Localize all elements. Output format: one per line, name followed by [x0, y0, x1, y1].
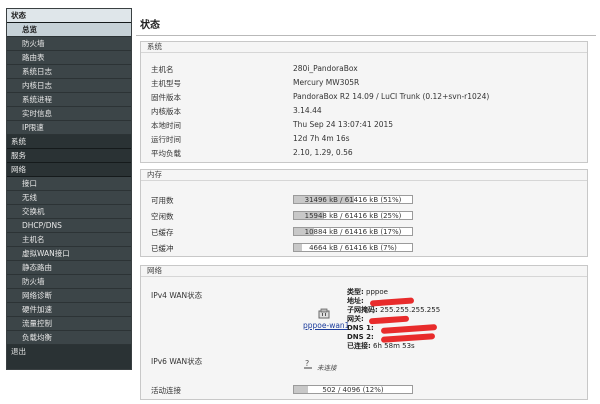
- mem-buffered-text: 4664 kB / 61416 kB (7%): [309, 244, 397, 252]
- section-divider: [141, 52, 587, 53]
- active-connections-label: 活动连接: [151, 386, 181, 395]
- wan-connected-label: 已连接:: [347, 342, 371, 350]
- sidebar-item-routes[interactable]: 路由表: [7, 51, 131, 65]
- page-title: 状态: [140, 20, 160, 31]
- question-device-icon: ?: [304, 359, 312, 369]
- sidebar-item-hostnames[interactable]: 主机名: [7, 233, 131, 247]
- wan-mask-value: 255.255.255.255: [380, 306, 441, 314]
- mem-free-bar: 15948 kB / 61416 kB (25%): [293, 211, 413, 220]
- mem-buffered-bar: 4664 kB / 61416 kB (7%): [293, 243, 413, 252]
- active-connections-text: 502 / 4096 (12%): [322, 386, 384, 394]
- wan-dns2-row: DNS 2:: [347, 333, 374, 342]
- sidebar-item-network[interactable]: 网络: [7, 163, 131, 177]
- system-section: 系统 主机名 280i_PandoraBox 主机型号 Mercury MW30…: [140, 41, 588, 163]
- wan-type-value: pppoe: [366, 288, 388, 296]
- system-legend: 系统: [147, 42, 162, 51]
- localtime-label: 本地时间: [151, 121, 181, 130]
- mem-cached-label: 已缓存: [151, 228, 174, 237]
- wan-connected-row: 已连接: 6h 58m 53s: [347, 342, 415, 351]
- sidebar-item-static-routes[interactable]: 静态路由: [7, 261, 131, 275]
- wan-mask-row: 子网掩码: 255.255.255.255: [347, 306, 440, 315]
- sidebar-item-qos[interactable]: 流量控制: [7, 317, 131, 331]
- sidebar-item-kernel-log[interactable]: 内核日志: [7, 79, 131, 93]
- mem-available-bar: 31496 kB / 61416 kB (51%): [293, 195, 413, 204]
- ipv6-status: 未连接: [317, 364, 337, 372]
- model-label: 主机型号: [151, 79, 181, 88]
- sidebar-item-syslog[interactable]: 系统日志: [7, 65, 131, 79]
- section-divider: [141, 180, 587, 181]
- sidebar-item-system[interactable]: 系统: [7, 135, 131, 149]
- firmware-label: 固件版本: [151, 93, 181, 102]
- load-label: 平均负载: [151, 149, 181, 158]
- redacted-gateway: [368, 315, 410, 325]
- wan-type-label: 类型:: [347, 288, 364, 296]
- mem-free-label: 空闲数: [151, 212, 174, 221]
- hostname-label: 主机名: [151, 65, 174, 74]
- memory-legend: 内存: [147, 170, 162, 179]
- wan-address-row: 地址:: [347, 297, 364, 306]
- sidebar-item-dhcp-dns[interactable]: DHCP/DNS: [7, 219, 131, 233]
- sidebar-item-firewall[interactable]: 防火墙: [7, 275, 131, 289]
- svg-text:?: ?: [305, 359, 309, 368]
- sidebar-item-services[interactable]: 服务: [7, 149, 131, 163]
- title-divider: [136, 35, 596, 36]
- sidebar-item-realtime[interactable]: 实时信息: [7, 107, 131, 121]
- sidebar-item-hw-accel[interactable]: 硬件加速: [7, 303, 131, 317]
- sidebar-item-overview[interactable]: 总览: [7, 23, 131, 37]
- sidebar-item-firewall-status[interactable]: 防火墙: [7, 37, 131, 51]
- memory-section: 内存 可用数 31496 kB / 61416 kB (51%) 空闲数 159…: [140, 169, 588, 257]
- wan-mask-label: 子网掩码:: [347, 306, 378, 314]
- sidebar-item-processes[interactable]: 系统进程: [7, 93, 131, 107]
- sidebar-item-load-balance[interactable]: 负载均衡: [7, 331, 131, 345]
- wan-type-row: 类型: pppoe: [347, 288, 388, 297]
- wan-gateway-label: 网关:: [347, 315, 364, 323]
- mem-available-text: 31496 kB / 61416 kB (51%): [304, 196, 402, 204]
- ipv4-interface-link[interactable]: pppoe-wan1: [303, 321, 349, 330]
- kernel-label: 内核版本: [151, 107, 181, 116]
- wan-connected-value: 6h 58m 53s: [373, 342, 415, 350]
- network-port-icon: [318, 308, 330, 319]
- sidebar-item-diagnostics[interactable]: 网络诊断: [7, 289, 131, 303]
- mem-cached-text: 10884 kB / 61416 kB (17%): [304, 228, 402, 236]
- wan-address-label: 地址:: [347, 297, 364, 305]
- network-legend: 网络: [147, 266, 162, 275]
- sidebar-item-status[interactable]: 状态: [7, 9, 131, 23]
- sidebar-item-ip-limit[interactable]: IP限速: [7, 121, 131, 135]
- mem-available-label: 可用数: [151, 196, 174, 205]
- section-divider: [141, 276, 587, 277]
- wan-dns1-row: DNS 1:: [347, 324, 374, 333]
- sidebar-item-logout[interactable]: 退出: [7, 345, 131, 369]
- active-connections-bar: 502 / 4096 (12%): [293, 385, 413, 394]
- firmware-value: PandoraBox R2 14.09 / LuCI Trunk (0.12+s…: [293, 92, 490, 101]
- ipv6-wan-label: IPv6 WAN状态: [151, 357, 203, 366]
- load-value: 2.10, 1.29, 0.56: [293, 148, 353, 157]
- ipv4-wan-label: IPv4 WAN状态: [151, 291, 203, 300]
- sidebar-nav: 状态 总览 防火墙 路由表 系统日志 内核日志 系统进程 实时信息 IP限速 系…: [6, 8, 132, 370]
- network-section: 网络 IPv4 WAN状态 pppoe-wan1 类型: pppoe 地址: 子…: [140, 265, 588, 400]
- wan-gateway-row: 网关:: [347, 315, 364, 324]
- sidebar-item-switch[interactable]: 交换机: [7, 205, 131, 219]
- wan-dns1-label: DNS 1:: [347, 324, 374, 332]
- redacted-dns1: [380, 324, 438, 334]
- main-content: 状态 系统 主机名 280i_PandoraBox 主机型号 Mercury M…: [136, 8, 596, 404]
- sidebar-item-wireless[interactable]: 无线: [7, 191, 131, 205]
- sidebar-item-virtual-wan[interactable]: 虚拟WAN接口: [7, 247, 131, 261]
- hostname-value: 280i_PandoraBox: [293, 64, 358, 73]
- sidebar-item-interfaces[interactable]: 接口: [7, 177, 131, 191]
- model-value: Mercury MW305R: [293, 78, 360, 87]
- mem-free-text: 15948 kB / 61416 kB (25%): [304, 212, 402, 220]
- mem-cached-bar: 10884 kB / 61416 kB (17%): [293, 227, 413, 236]
- mem-buffered-label: 已缓冲: [151, 244, 174, 253]
- uptime-value: 12d 7h 4m 16s: [293, 134, 350, 143]
- uptime-label: 运行时间: [151, 135, 181, 144]
- localtime-value: Thu Sep 24 13:07:41 2015: [293, 120, 394, 129]
- kernel-value: 3.14.44: [293, 106, 322, 115]
- wan-dns2-label: DNS 2:: [347, 333, 374, 341]
